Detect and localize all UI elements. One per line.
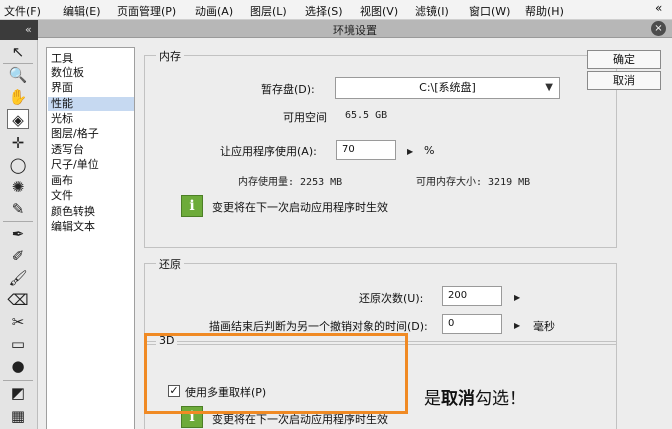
menu-window[interactable]: 窗口(W) xyxy=(469,3,510,19)
undo-count-label: 还原次数(U): xyxy=(359,292,424,305)
ok-button[interactable]: 确定 xyxy=(587,50,661,69)
eraser-tool-icon[interactable]: ⌫ xyxy=(7,290,29,310)
menubar-collapse-icon[interactable]: « xyxy=(655,1,662,15)
tool-palette-header: « xyxy=(0,20,38,40)
info-icon: i xyxy=(181,195,203,217)
scratch-disk-select[interactable]: C:\[系统盘] ▼ xyxy=(335,77,560,99)
category-item-canvas[interactable]: 画布 xyxy=(48,174,134,188)
pen-tool-icon[interactable]: ✒ xyxy=(7,224,29,244)
category-item-color-conversion[interactable]: 颜色转换 xyxy=(48,205,134,219)
undo-delay-label: 描画结束后判断为另一个撤销对象的时间(D): xyxy=(209,320,428,333)
annotation-prefix: 是 xyxy=(424,389,441,409)
stepper-arrow-icon[interactable]: ▶ xyxy=(514,293,520,302)
category-item-layer-grid[interactable]: 图层/格子 xyxy=(48,127,134,141)
category-item-cursor[interactable]: 光标 xyxy=(48,112,134,126)
menu-edit[interactable]: 编辑(E) xyxy=(63,3,101,19)
collapse-icon[interactable]: « xyxy=(25,23,32,36)
tool-palette: « ↖ 🔍 ✋ ◈ ✛ ◯ ✺ ✎ ✒ ✐ 🖌 ⌫ ✂ ▭ ● ◩ ▦ xyxy=(0,20,38,429)
brush-tool-icon[interactable]: 🖌 xyxy=(7,268,29,288)
lasso-tool-icon[interactable]: ◯ xyxy=(7,155,29,175)
scratch-disk-value: C:\[系统盘] xyxy=(419,81,476,94)
divider xyxy=(3,63,33,64)
zoom-tool-icon[interactable]: 🔍 xyxy=(7,65,29,85)
category-item-file[interactable]: 文件 xyxy=(48,189,134,203)
dialog-title: 环境设置 xyxy=(333,24,377,37)
pencil-tool-icon[interactable]: ✐ xyxy=(7,246,29,266)
restart-notice: 变更将在下一次启动应用程序时生效 xyxy=(212,201,388,214)
menu-view[interactable]: 视图(V) xyxy=(360,3,398,19)
frame-tool-icon[interactable]: ▦ xyxy=(7,406,29,426)
annotation-highlight-box xyxy=(144,333,408,414)
blend-tool-icon[interactable]: ✂ xyxy=(7,312,29,332)
category-item-performance[interactable]: 性能 xyxy=(48,97,134,111)
cancel-button[interactable]: 取消 xyxy=(587,71,661,90)
menu-bar: 文件(F) 编辑(E) 页面管理(P) 动画(A) 图层(L) 选择(S) 视图… xyxy=(0,0,672,20)
move-tool-icon[interactable]: ↖ xyxy=(7,42,29,62)
undo-delay-unit: 毫秒 xyxy=(533,320,555,333)
move-layer-tool-icon[interactable]: ✛ xyxy=(7,133,29,153)
category-item-tablet[interactable]: 数位板 xyxy=(48,66,134,80)
auto-select-tool-icon[interactable]: ✺ xyxy=(7,177,29,197)
annotation-suffix: 勾选！ xyxy=(475,389,526,409)
menu-help[interactable]: 帮助(H) xyxy=(525,3,564,19)
category-list: 工具 数位板 界面 性能 光标 图层/格子 透写台 尺子/单位 画布 文件 颜色… xyxy=(46,47,135,429)
free-space-value: 65.5 GB xyxy=(345,110,388,121)
available-memory-label: 可用内存大小: 3219 MB xyxy=(416,177,531,188)
divider xyxy=(3,380,33,381)
category-item-ruler-unit[interactable]: 尺子/单位 xyxy=(48,158,134,172)
memory-group-title: 内存 xyxy=(156,48,184,64)
shape-tool-icon[interactable]: ▭ xyxy=(7,334,29,354)
free-space-label: 可用空间 xyxy=(283,111,327,124)
divider xyxy=(3,221,33,222)
menu-select[interactable]: 选择(S) xyxy=(305,3,343,19)
hand-tool-icon[interactable]: ✋ xyxy=(7,87,29,107)
category-item-edit-text[interactable]: 编辑文本 xyxy=(48,220,134,234)
memory-usage-label: 内存使用量: 2253 MB xyxy=(238,177,343,188)
app-memory-label: 让应用程序使用(A): xyxy=(220,145,317,158)
close-icon[interactable]: × xyxy=(651,21,666,36)
menu-layer[interactable]: 图层(L) xyxy=(250,3,287,19)
fill-tool-icon[interactable]: ● xyxy=(7,356,29,376)
menu-filter[interactable]: 滤镜(I) xyxy=(415,3,449,19)
operation-tool-icon[interactable]: ◈ xyxy=(7,109,29,129)
stepper-arrow-icon[interactable]: ▶ xyxy=(407,147,413,156)
category-item-light-table[interactable]: 透写台 xyxy=(48,143,134,157)
category-item-tools[interactable]: 工具 xyxy=(48,52,134,66)
menu-file[interactable]: 文件(F) xyxy=(4,3,41,19)
annotation-emphasis: 取消 xyxy=(441,389,475,409)
category-item-interface[interactable]: 界面 xyxy=(48,81,134,95)
dialog-titlebar: 环境设置 × xyxy=(38,20,672,38)
undo-group-title: 还原 xyxy=(156,256,184,272)
annotation-text: 是取消勾选！ xyxy=(424,384,526,409)
undo-delay-input[interactable]: 0 xyxy=(442,314,502,334)
eyedropper-tool-icon[interactable]: ✎ xyxy=(7,199,29,219)
app-memory-unit: % xyxy=(424,144,435,157)
undo-count-input[interactable]: 200 xyxy=(442,286,502,306)
stepper-arrow-icon[interactable]: ▶ xyxy=(514,321,520,330)
memory-group: 内存 暂存盘(D): C:\[系统盘] ▼ 可用空间 65.5 GB 让应用程序… xyxy=(144,48,617,248)
scratch-disk-label: 暂存盘(D): xyxy=(261,83,315,96)
menu-page[interactable]: 页面管理(P) xyxy=(117,3,176,19)
app-memory-input[interactable]: 70 xyxy=(336,140,396,160)
menu-animation[interactable]: 动画(A) xyxy=(195,3,233,19)
chevron-down-icon: ▼ xyxy=(545,82,553,93)
gradient-tool-icon[interactable]: ◩ xyxy=(7,383,29,403)
